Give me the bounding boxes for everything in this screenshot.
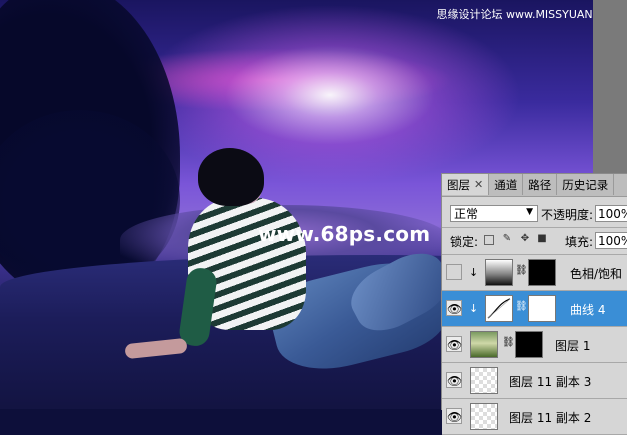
tab-history-label: 历史记录 <box>562 177 609 192</box>
curves-thumbnail <box>485 295 513 322</box>
lock-brush-icon[interactable]: ✎ <box>502 234 512 244</box>
layer-row-curves[interactable]: 👁 ↓ ⛓ 曲线 4 <box>442 291 627 327</box>
tab-layers-label: 图层 <box>447 177 470 192</box>
tab-channels-label: 通道 <box>494 177 518 192</box>
layers-panel: 图层 ✕ 通道 路径 历史记录 正常 ▼ 不透明度: 100% 锁定: ✎ ✥ … <box>441 173 627 435</box>
blend-mode-select[interactable]: 正常 ▼ <box>450 205 538 222</box>
lock-move-icon[interactable]: ✥ <box>520 234 530 244</box>
fill-label: 填充: <box>565 235 594 249</box>
eye-icon[interactable]: 👁 <box>446 336 462 352</box>
adjustment-thumbnail <box>485 259 513 286</box>
layer-name: 曲线 4 <box>570 303 606 317</box>
tab-paths[interactable]: 路径 <box>523 174 558 195</box>
opacity-label: 不透明度: <box>541 208 594 222</box>
mask-thumbnail[interactable] <box>515 331 543 358</box>
tab-paths-label: 路径 <box>528 177 552 192</box>
link-icon[interactable]: ⛓ <box>515 301 528 312</box>
panel-tabs: 图层 ✕ 通道 路径 历史记录 <box>442 174 627 197</box>
lock-all-icon[interactable]: ■ <box>537 234 547 244</box>
chevron-down-icon: ▼ <box>526 207 533 217</box>
mask-thumbnail[interactable] <box>528 295 556 322</box>
person-hair <box>198 148 264 206</box>
layer-thumbnail <box>470 367 498 394</box>
layer-thumbnail <box>470 403 498 430</box>
layer-thumbnail <box>470 331 498 358</box>
layer-row-image[interactable]: 👁 ⛓ 图层 1 <box>442 327 627 363</box>
workspace-gutter <box>593 0 627 173</box>
visibility-toggle[interactable] <box>446 264 462 280</box>
opacity-input[interactable]: 100% <box>595 205 627 222</box>
eye-icon[interactable]: 👁 <box>446 372 462 388</box>
link-icon[interactable]: ⛓ <box>515 265 528 276</box>
fill-input[interactable]: 100% <box>595 232 627 249</box>
lock-label: 锁定: <box>450 235 479 249</box>
layer-name: 色相/饱和 <box>570 267 623 281</box>
clip-arrow-icon: ↓ <box>469 302 479 315</box>
mask-thumbnail[interactable] <box>528 259 556 286</box>
eye-icon[interactable]: 👁 <box>446 300 462 316</box>
close-icon[interactable]: ✕ <box>474 178 483 191</box>
layer-row-copy2[interactable]: 👁 图层 11 副本 2 <box>442 399 627 435</box>
watermark-url: www.68ps.com <box>258 222 431 246</box>
eye-icon[interactable]: 👁 <box>446 408 462 424</box>
layer-name: 图层 11 副本 3 <box>509 375 592 389</box>
layer-name: 图层 11 副本 2 <box>509 411 592 425</box>
curve-graph-icon <box>487 298 511 319</box>
tab-layers[interactable]: 图层 ✕ <box>442 174 490 195</box>
link-icon[interactable]: ⛓ <box>502 337 515 348</box>
lock-transparent-icon[interactable] <box>484 235 494 245</box>
clip-arrow-icon: ↓ <box>469 266 479 279</box>
layer-row-copy3[interactable]: 👁 图层 11 副本 3 <box>442 363 627 399</box>
blend-mode-value: 正常 <box>454 207 479 221</box>
tab-history[interactable]: 历史记录 <box>557 174 615 195</box>
layer-row-hue-saturation[interactable]: ↓ ⛓ 色相/饱和 <box>442 255 627 291</box>
tab-channels[interactable]: 通道 <box>489 174 524 195</box>
divider <box>442 227 627 228</box>
layer-name: 图层 1 <box>555 339 591 353</box>
